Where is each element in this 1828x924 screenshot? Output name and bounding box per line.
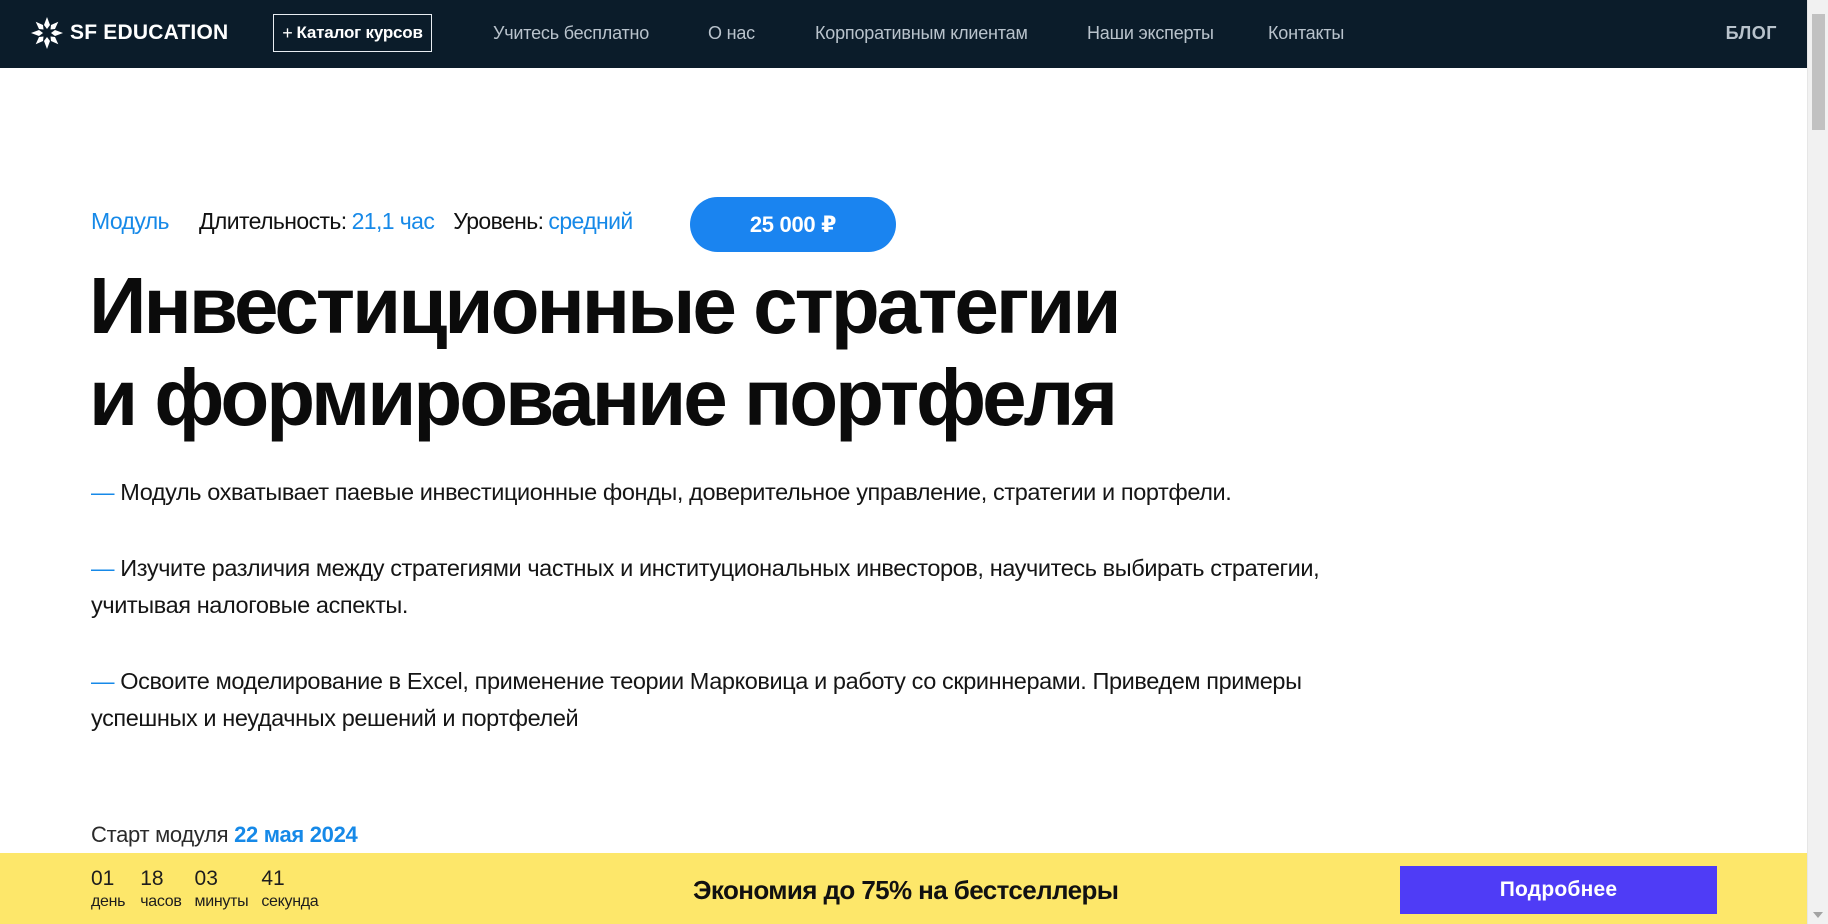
timer-label: секунда	[261, 893, 319, 910]
module-start: Старт модуля 22 мая 2024	[91, 822, 358, 848]
plus-icon: +	[282, 22, 293, 43]
timer-label: часов	[140, 893, 182, 910]
duration-label: Длительность:	[198, 208, 347, 234]
page-title-line-1: Инвестиционные стратегии	[89, 261, 1122, 350]
page-scrollbar[interactable]	[1807, 0, 1828, 924]
nav-blog[interactable]: БЛОГ	[1726, 23, 1777, 44]
scroll-down-arrow-icon[interactable]	[1813, 912, 1823, 918]
description-item: — Освоите моделирование в Excel, примене…	[91, 663, 1331, 737]
course-type: Модуль	[91, 208, 170, 234]
dash-marker: —	[91, 555, 115, 581]
page-title-line-2: и формирование портфеля	[89, 353, 1118, 442]
duration-value: 21,1 час	[351, 208, 435, 234]
timer-days: 01 день	[91, 867, 126, 913]
promo-text: Экономия до 75% на бестселлеры	[693, 875, 1119, 905]
promo-banner: 01 день 18 часов 03 минуты 41 секунда Эк…	[0, 853, 1807, 924]
dash-marker: —	[91, 668, 115, 694]
logo-text: SF EDUCATION	[70, 21, 229, 44]
level-label: Уровень:	[453, 208, 544, 234]
catalog-button-label: Каталог курсов	[296, 23, 423, 42]
scrollbar-thumb[interactable]	[1812, 14, 1825, 130]
level-value: средний	[548, 208, 633, 234]
course-description: — Модуль охватывает паевые инвестиционны…	[91, 474, 1331, 776]
nav-experts[interactable]: Наши эксперты	[1087, 23, 1214, 44]
start-date: 22 мая 2024	[234, 822, 358, 847]
logo-icon	[31, 17, 63, 49]
nav-contacts[interactable]: Контакты	[1268, 23, 1344, 44]
dash-marker: —	[91, 479, 115, 505]
description-item: — Модуль охватывает паевые инвестиционны…	[91, 474, 1331, 511]
start-label: Старт модуля	[91, 822, 229, 847]
timer-minutes: 03 минуты	[195, 867, 249, 913]
timer-hours: 18 часов	[140, 867, 182, 913]
timer-seconds: 41 секунда	[261, 867, 318, 913]
description-text: Изучите различия между стратегиями частн…	[91, 555, 1320, 618]
description-text: Освоите моделирование в Excel, применени…	[91, 668, 1302, 731]
page-title: Инвестиционные стратегии и формирование …	[89, 260, 1289, 444]
nav-corporate-clients[interactable]: Корпоративным клиентам	[815, 23, 1028, 44]
more-details-button[interactable]: Подробнее	[1400, 866, 1717, 914]
course-meta: Модуль Длительность: 21,1 час Уровень: с…	[91, 208, 633, 235]
logo-link[interactable]: SF EDUCATION	[30, 16, 228, 50]
timer-value: 03	[194, 867, 218, 890]
description-item: — Изучите различия между стратегиями час…	[91, 550, 1331, 624]
top-navigation: SF EDUCATION + Каталог курсов Учитесь бе…	[0, 0, 1807, 68]
nav-learn-free[interactable]: Учитесь бесплатно	[493, 23, 649, 44]
timer-value: 18	[140, 867, 164, 890]
catalog-button[interactable]: + Каталог курсов	[273, 14, 432, 52]
price-button[interactable]: 25 000 ₽	[690, 197, 896, 252]
timer-value: 41	[261, 867, 285, 890]
nav-about[interactable]: О нас	[708, 23, 755, 44]
timer-value: 01	[91, 867, 115, 890]
timer-label: день	[91, 893, 126, 910]
timer-label: минуты	[194, 893, 249, 910]
description-text: Модуль охватывает паевые инвестиционные …	[120, 479, 1232, 505]
countdown-timer: 01 день 18 часов 03 минуты 41 секунда	[91, 867, 331, 913]
